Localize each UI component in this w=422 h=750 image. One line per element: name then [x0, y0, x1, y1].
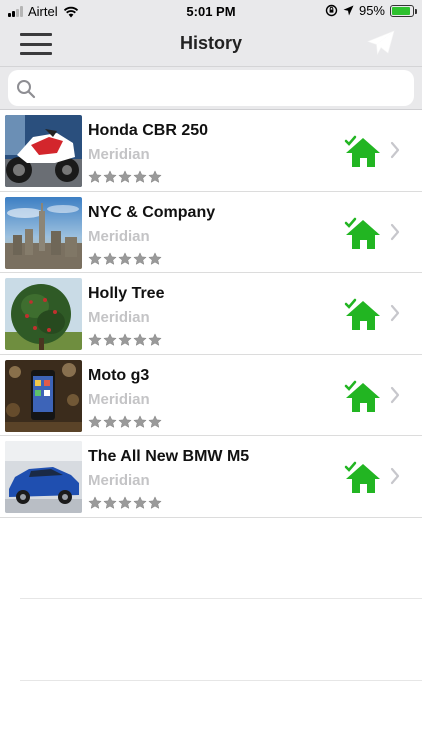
location-arrow-icon [343, 5, 354, 16]
star-icon [103, 333, 117, 346]
item-subtitle: Meridian [88, 146, 150, 163]
star-icon [103, 414, 117, 428]
thumbnail-phone [5, 359, 82, 432]
star-rating [88, 251, 162, 266]
chevron-right-icon[interactable] [389, 466, 401, 486]
paper-plane-icon[interactable] [366, 29, 396, 59]
home-check-icon [344, 217, 380, 249]
star-icon [88, 496, 102, 509]
star-icon [103, 496, 117, 509]
search-icon [17, 80, 36, 99]
thumbnail-car [5, 441, 82, 513]
item-subtitle: Meridian [88, 472, 150, 489]
item-title: Moto g3 [88, 366, 150, 384]
star-rating [88, 414, 162, 429]
star-icon [88, 333, 102, 346]
item-subtitle: Meridian [88, 227, 150, 245]
item-title: Honda CBR 250 [88, 122, 209, 139]
battery-percent: 95% [358, 3, 385, 18]
star-icon [133, 170, 147, 183]
page-title: History [179, 33, 242, 53]
chevron-right-icon[interactable] [389, 385, 401, 405]
item-title: NYC & Company [88, 203, 216, 221]
star-icon [88, 251, 102, 265]
star-icon [118, 496, 132, 509]
star-icon [88, 170, 102, 183]
list-item-bmw-m5[interactable]: The All New BMW M5 Meridian [0, 436, 422, 518]
star-rating [88, 496, 162, 510]
star-icon [103, 170, 117, 183]
list-item-moto-g3[interactable]: Moto g3 Meridian [0, 355, 422, 436]
chevron-right-icon[interactable] [389, 140, 401, 160]
item-title: The All New BMW M5 [88, 448, 250, 465]
star-icon [133, 496, 147, 509]
star-icon [148, 496, 162, 509]
list-item-nyc-and-company[interactable]: NYC & Company Meridian [0, 192, 422, 273]
item-title: Holly Tree [88, 285, 165, 302]
star-icon [118, 333, 132, 346]
history-list: Honda CBR 250 Meridian NYC & Company Mer… [0, 110, 422, 518]
home-check-icon [344, 461, 380, 493]
home-check-icon [344, 380, 380, 412]
star-icon [133, 414, 147, 428]
search-input[interactable] [42, 70, 402, 106]
thumbnail-motorcycle [5, 115, 82, 187]
star-icon [103, 251, 117, 265]
empty-row-separator [20, 598, 422, 599]
star-icon [148, 333, 162, 346]
item-subtitle: Meridian [88, 390, 150, 408]
status-bar: Airtel 5:01 PM 95% [0, 0, 422, 22]
star-icon [118, 170, 132, 183]
orientation-lock-icon [325, 4, 338, 17]
star-icon [148, 170, 162, 183]
battery-icon [390, 4, 417, 17]
search-box[interactable] [8, 70, 414, 106]
status-right: 95% [325, 3, 417, 18]
star-rating [88, 170, 162, 184]
item-subtitle: Meridian [88, 309, 150, 326]
empty-row-separator [20, 680, 422, 681]
star-icon [133, 251, 147, 265]
star-icon [118, 414, 132, 428]
search-bar-container [0, 66, 422, 110]
star-icon [118, 251, 132, 265]
thumbnail-tree [5, 278, 82, 350]
list-item-holly-tree[interactable]: Holly Tree Meridian [0, 273, 422, 355]
star-icon [133, 333, 147, 346]
star-icon [148, 414, 162, 428]
chevron-right-icon[interactable] [389, 222, 401, 242]
list-item-honda-cbr-250[interactable]: Honda CBR 250 Meridian [0, 110, 422, 192]
star-icon [88, 414, 102, 428]
star-icon [148, 251, 162, 265]
star-rating [88, 333, 162, 347]
home-check-icon [344, 298, 380, 330]
chevron-right-icon[interactable] [389, 303, 401, 323]
home-check-icon [344, 135, 380, 167]
navigation-bar: History [0, 22, 422, 66]
thumbnail-city-skyline [5, 196, 82, 269]
